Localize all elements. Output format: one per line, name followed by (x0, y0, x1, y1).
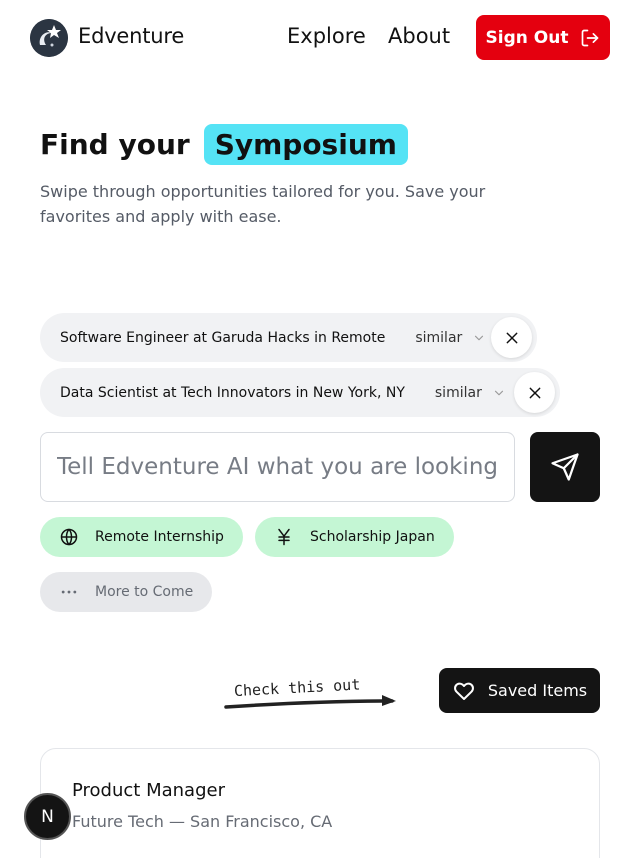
check-this-out-annotation: Check this out (222, 670, 402, 718)
sign-out-button[interactable]: Sign Out (476, 15, 610, 60)
title-prefix: Find your (40, 127, 190, 161)
log-out-icon (580, 28, 600, 48)
send-button[interactable] (530, 432, 600, 502)
saved-items-label: Saved Items (487, 681, 588, 700)
suggestion-label: Scholarship Japan (310, 529, 435, 545)
edventure-logo-icon[interactable] (30, 19, 68, 57)
send-icon (551, 453, 579, 481)
nav-about-link[interactable]: About (388, 24, 450, 48)
similarity-value: similar (415, 329, 463, 346)
close-icon (506, 332, 517, 343)
close-icon (529, 387, 540, 398)
filter-chip: Software Engineer at Garuda Hacks in Rem… (40, 313, 537, 362)
sign-out-label: Sign Out (485, 27, 569, 48)
ai-search-input[interactable] (40, 432, 515, 502)
remove-filter-button[interactable] (514, 372, 555, 413)
chevron-down-icon (475, 335, 484, 340)
page-subtitle: Swipe through opportunities tailored for… (40, 182, 486, 226)
suggestion-more-to-come[interactable]: More to Come (40, 572, 213, 612)
annotation-text: Check this out (233, 675, 360, 700)
page-title: Find your Symposium (40, 120, 408, 168)
filter-chip-label: Data Scientist at Tech Innovators in New… (60, 384, 405, 401)
suggestion-scholarship-japan[interactable]: Scholarship Japan (255, 517, 454, 557)
filter-chip-label: Software Engineer at Garuda Hacks in Rem… (60, 329, 386, 346)
suggestion-remote-internship[interactable]: Remote Internship (40, 517, 243, 557)
card-title: Product Manager (72, 780, 225, 801)
filter-chip: Data Scientist at Tech Innovators in New… (40, 368, 560, 417)
saved-items-button[interactable]: Saved Items (439, 668, 600, 713)
ellipsis-icon (61, 590, 77, 594)
similarity-value: similar (434, 384, 482, 401)
badge-letter: N (41, 806, 54, 827)
arrow-icon (224, 699, 394, 709)
yen-icon (278, 528, 290, 546)
title-highlight: Symposium (203, 123, 408, 165)
globe-icon (60, 528, 78, 546)
suggestion-label: More to Come (95, 584, 194, 600)
card-subtitle: Future Tech — San Francisco, CA (72, 812, 333, 831)
suggestion-label: Remote Internship (95, 529, 224, 545)
remove-filter-button[interactable] (491, 317, 532, 358)
heart-icon (453, 682, 474, 700)
chevron-down-icon (494, 390, 503, 395)
nav-explore-link[interactable]: Explore (287, 24, 366, 48)
n-badge-icon[interactable]: N (24, 793, 71, 840)
header: Edventure Explore About Sign Out (0, 0, 623, 76)
brand-name[interactable]: Edventure (78, 24, 184, 48)
similarity-select[interactable]: similar (415, 330, 486, 346)
opportunity-card[interactable]: Product Manager Future Tech — San Franci… (40, 748, 600, 858)
similarity-select[interactable]: similar (435, 385, 506, 401)
